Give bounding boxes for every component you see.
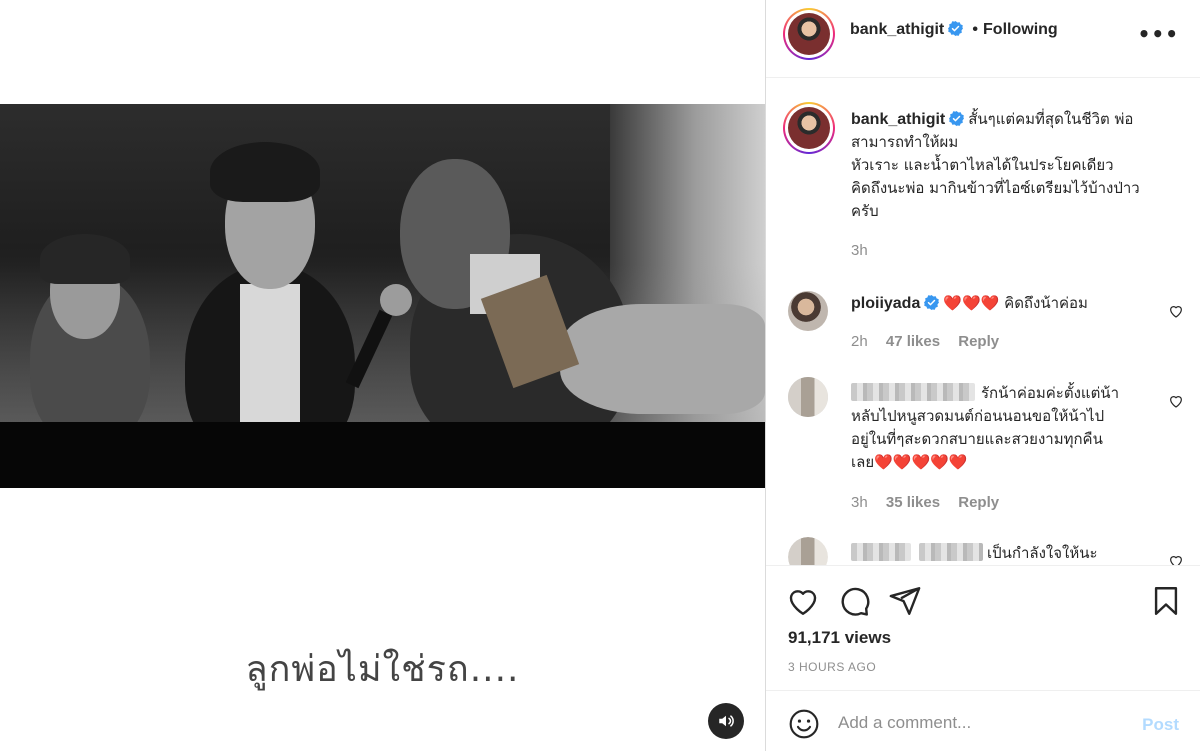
bookmark-icon[interactable] — [1149, 584, 1183, 618]
post-caption: bank_athigit สั้นๆแต่คมที่สุดในชีวิต พ่อ … — [851, 108, 1191, 223]
post-header: bank_athigit • Following ••• — [766, 0, 1200, 78]
comment-text: ❤️❤️❤️ คิดถึงน้าค่อม — [943, 294, 1088, 312]
comment: เป็นกำลังใจให้นะ — [851, 542, 1151, 565]
author-username[interactable]: bank_athigit — [850, 21, 944, 38]
video-frame-image — [0, 104, 765, 422]
comment: ploiiyada ❤️❤️❤️ คิดถึงน้าค่อม — [851, 292, 1151, 315]
view-count[interactable]: 91,171 views — [788, 628, 891, 648]
reply-button[interactable]: Reply — [958, 494, 999, 511]
caption-line: หัวเราะ และน้ำตาไหลได้ในประโยคเดียว — [851, 156, 1114, 174]
share-icon[interactable] — [888, 584, 922, 618]
post-side-panel: bank_athigit • Following ••• bank_athigi… — [765, 0, 1200, 751]
caption-line: คิดถึงนะพ่อ มากินข้าวที่ไอซ์เตรียมไว้บ้า… — [851, 179, 1140, 197]
comment-input[interactable] — [838, 709, 1118, 737]
add-comment-bar: Post — [766, 690, 1200, 751]
comment: รักน้าค่อมค่ะตั้งแต่น้า หลับไปหนูสวดมนต์… — [851, 382, 1151, 474]
comment-text: รักน้าค่อมค่ะตั้งแต่น้า — [981, 384, 1119, 402]
video-caption: ลูกพ่อไม่ใช่รถ.... — [245, 649, 520, 690]
caption-time: 3h — [851, 242, 868, 259]
like-comment-heart-icon[interactable] — [1168, 553, 1184, 566]
comment-icon[interactable] — [837, 584, 871, 618]
comment-meta: 3h 35 likes Reply — [851, 494, 1013, 511]
separator-dot: • — [972, 21, 978, 38]
commenter-avatar[interactable] — [788, 291, 828, 331]
commenter-avatar[interactable] — [788, 377, 828, 417]
comment-time: 3h — [851, 494, 868, 511]
blurred-username[interactable] — [851, 543, 911, 561]
blurred-username[interactable] — [851, 383, 975, 401]
heart-icon[interactable] — [786, 584, 820, 618]
comment-text: อยู่ในที่ๆสะดวกสบายและสวยงามทุกคืน — [851, 430, 1103, 448]
caption-meta: 3h — [851, 242, 882, 259]
caption-line: สั้นๆแต่คมที่สุดในชีวิต พ่อ — [968, 110, 1134, 128]
blurred-username[interactable] — [919, 543, 983, 561]
caption-line: สามารถทำให้ผม — [851, 133, 959, 151]
verified-badge-icon — [949, 111, 965, 126]
caption-line: ครับ — [851, 202, 879, 220]
sound-toggle-button[interactable] — [708, 703, 744, 739]
comment-text: หลับไปหนูสวดมนต์ก่อนนอนขอให้น้าไป — [851, 407, 1105, 425]
video-letterbox — [0, 422, 765, 488]
comment-text: เป็นกำลังใจให้นะ — [987, 544, 1098, 562]
reply-button[interactable]: Reply — [958, 333, 999, 350]
speaker-icon — [719, 715, 734, 727]
caption-username[interactable]: bank_athigit — [851, 111, 945, 128]
caption-author-avatar[interactable] — [783, 102, 835, 154]
post-actions: 91,171 views 3 HOURS AGO — [766, 567, 1200, 687]
post-timestamp[interactable]: 3 HOURS AGO — [788, 660, 876, 674]
video-player[interactable] — [0, 104, 765, 488]
comment-likes[interactable]: 35 likes — [886, 494, 940, 511]
post-media[interactable]: ลูกพ่อไม่ใช่รถ.... — [0, 0, 765, 751]
emoji-icon[interactable] — [788, 708, 820, 740]
verified-badge-icon — [924, 295, 940, 310]
comments-list[interactable]: bank_athigit สั้นๆแต่คมที่สุดในชีวิต พ่อ … — [766, 79, 1200, 566]
author-avatar[interactable] — [783, 8, 835, 60]
comment-time: 2h — [851, 333, 868, 350]
comment-likes[interactable]: 47 likes — [886, 333, 940, 350]
more-options-button[interactable]: ••• — [1138, 22, 1179, 46]
following-button[interactable]: Following — [983, 21, 1058, 38]
like-comment-heart-icon[interactable] — [1168, 303, 1184, 319]
post-comment-button[interactable]: Post — [1142, 715, 1179, 735]
commenter-username[interactable]: ploiiyada — [851, 295, 920, 312]
comment-text: เลย❤️❤️❤️❤️❤️ — [851, 453, 968, 471]
commenter-avatar[interactable] — [788, 537, 828, 565]
verified-badge-icon — [948, 21, 964, 36]
like-comment-heart-icon[interactable] — [1168, 393, 1184, 409]
comment-meta: 2h 47 likes Reply — [851, 333, 1013, 350]
